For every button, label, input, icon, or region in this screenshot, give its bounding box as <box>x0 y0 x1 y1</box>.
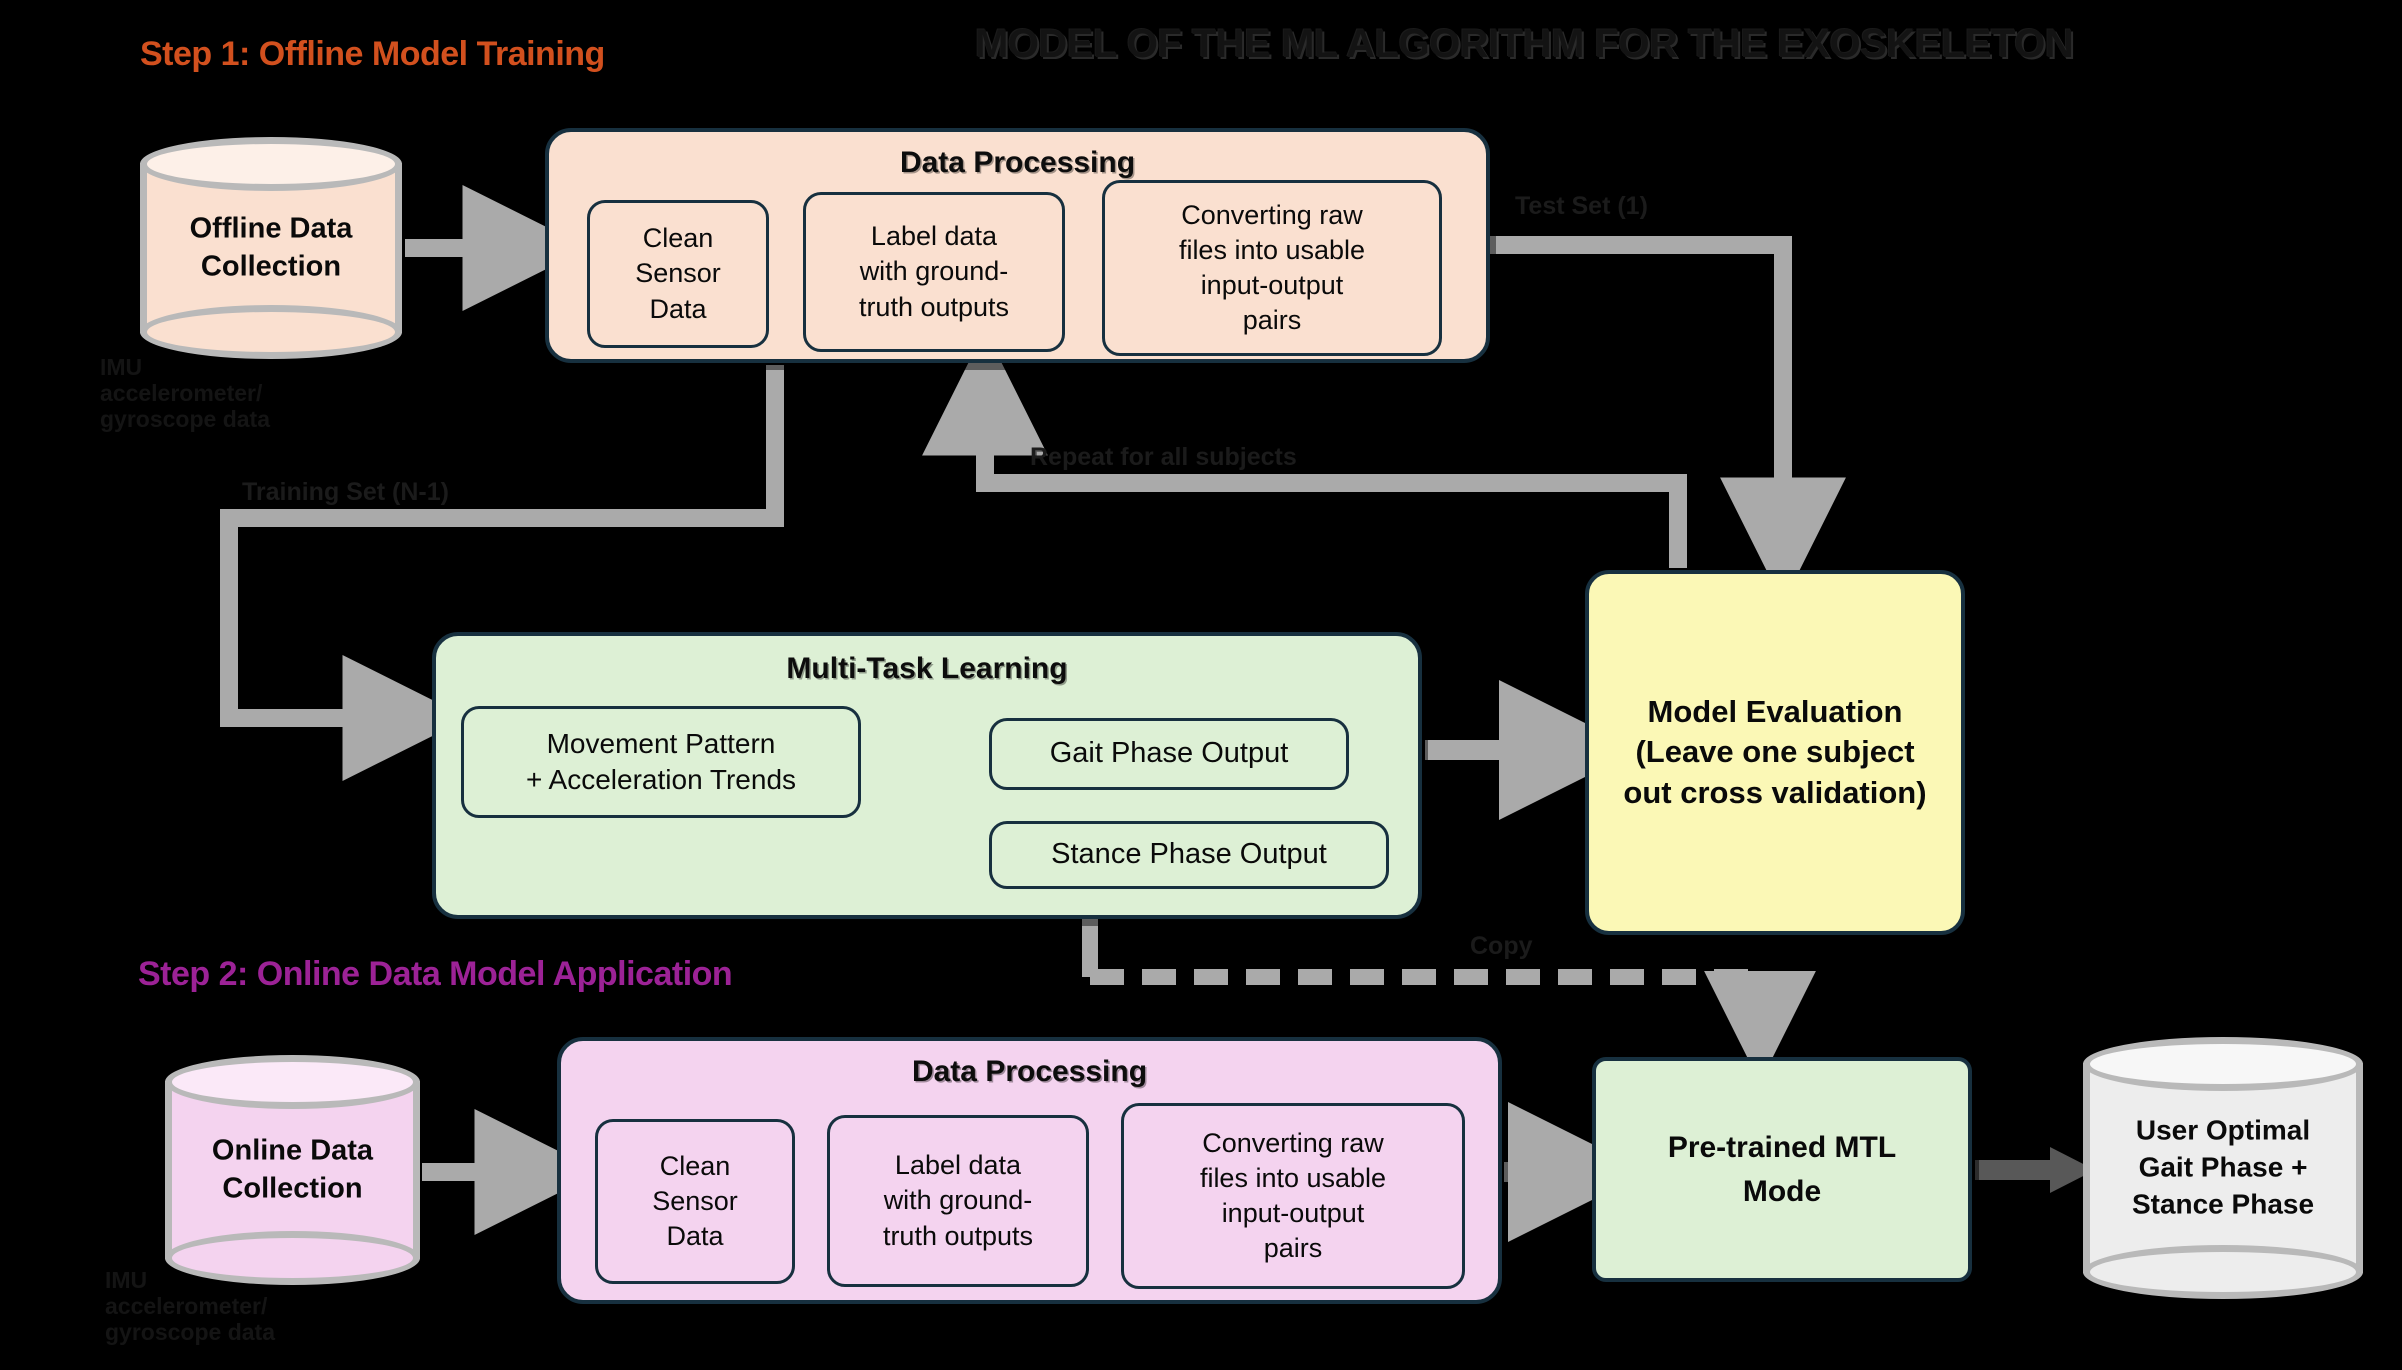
pre-trained-mtl-model-box[interactable]: Pre-trained MTL Mode <box>1592 1057 1972 1282</box>
page-title: MODEL OF THE ML ALGORITHM FOR THE EXOSKE… <box>975 22 2074 66</box>
cylinder-top <box>165 1055 420 1109</box>
label-repeat-for-all-subjects: Repeat for all subjects <box>1030 443 1297 471</box>
online-data-collection-cylinder[interactable]: Online Data Collection <box>165 1055 420 1285</box>
step2-heading: Step 2: Online Data Model Application <box>138 955 733 993</box>
arrow-model-to-output <box>1975 1147 2095 1193</box>
online-data-processing-title: Data Processing <box>911 1055 1148 1088</box>
multi-task-learning-title: Multi-Task Learning <box>786 652 1068 685</box>
arrow-test-set <box>1490 236 1846 604</box>
online-dp-box-clean-sensor-data[interactable]: Clean Sensor Data <box>595 1119 795 1284</box>
model-evaluation-label: Model Evaluation (Leave one subject out … <box>1623 694 1927 810</box>
cylinder-top <box>140 137 402 191</box>
step1-heading: Step 1: Offline Model Training <box>140 35 605 73</box>
online-data-processing-panel[interactable]: Data Processing Clean Sensor Data Label … <box>557 1037 1502 1304</box>
arrow-repeat-loop <box>922 329 1687 568</box>
offline-data-processing-panel[interactable]: Data Processing Clean Sensor Data Label … <box>545 128 1490 363</box>
offline-data-processing-title: Data Processing <box>899 146 1136 179</box>
label-training-set: Training Set (N-1) <box>242 478 449 506</box>
mtl-input-box[interactable]: Movement Pattern + Acceleration Trends <box>461 706 861 818</box>
mtl-output-stance-phase[interactable]: Stance Phase Output <box>989 821 1389 889</box>
online-data-collection-label: Online Data Collection <box>211 1134 374 1205</box>
offline-data-collection-label: Offline Data Collection <box>189 212 353 283</box>
label-copy: Copy <box>1470 932 1533 960</box>
offline-data-collection-cylinder[interactable]: Offline Data Collection <box>140 137 402 359</box>
user-optimal-output-label: User Optimal Gait Phase + Stance Phase <box>2131 1114 2315 1220</box>
diagram-canvas: Step 1: Offline Model Training MODEL OF … <box>0 0 2402 1370</box>
user-optimal-output-cylinder[interactable]: User Optimal Gait Phase + Stance Phase <box>2083 1037 2363 1299</box>
offline-dp-box-convert-raw-files[interactable]: Converting raw files into usable input-o… <box>1102 180 1442 356</box>
label-test-set: Test Set (1) <box>1515 192 1648 220</box>
cylinder-top <box>2083 1037 2363 1091</box>
online-dp-box-label-data[interactable]: Label data with ground- truth outputs <box>827 1115 1089 1287</box>
online-imu-caption: IMU accelerometer/ gyroscope data <box>105 1267 275 1345</box>
multi-task-learning-panel[interactable]: Multi-Task Learning Movement Pattern + A… <box>432 632 1422 919</box>
mtl-output-gait-phase[interactable]: Gait Phase Output <box>989 718 1349 790</box>
cylinder-bottom <box>2083 1245 2363 1299</box>
pre-trained-mtl-model-label: Pre-trained MTL Mode <box>1667 1131 1897 1208</box>
offline-dp-box-label-data[interactable]: Label data with ground- truth outputs <box>803 192 1065 352</box>
cylinder-bottom <box>140 305 402 359</box>
online-dp-box-convert-raw-files[interactable]: Converting raw files into usable input-o… <box>1121 1103 1465 1289</box>
offline-imu-caption: IMU accelerometer/ gyroscope data <box>100 354 270 432</box>
model-evaluation-box[interactable]: Model Evaluation (Leave one subject out … <box>1585 570 1965 935</box>
offline-dp-box-clean-sensor-data[interactable]: Clean Sensor Data <box>587 200 769 348</box>
